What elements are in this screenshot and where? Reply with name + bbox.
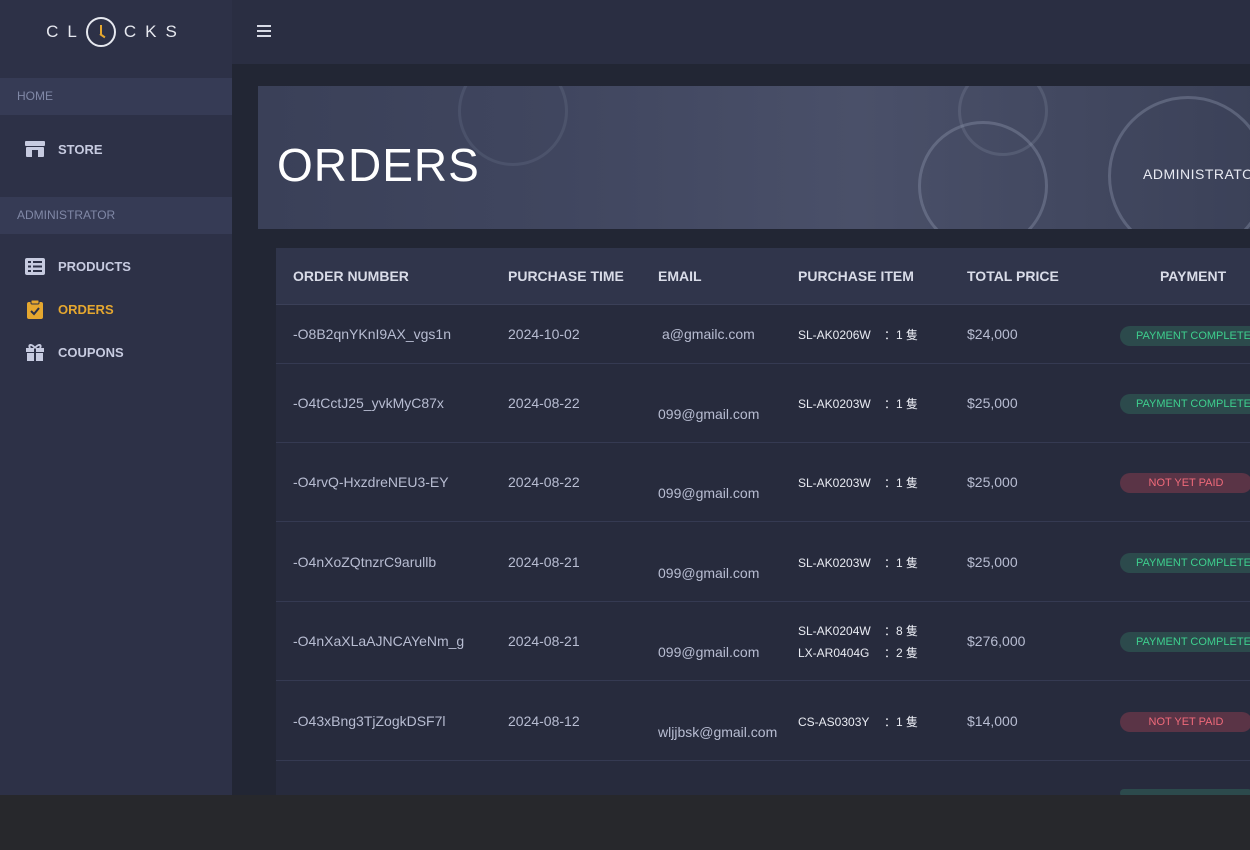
- purchase-item-code: SL-AK0203W: [798, 556, 871, 570]
- purchase-item-qty: ：1 隻: [884, 476, 919, 490]
- logo[interactable]: CL CKS: [0, 0, 232, 64]
- purchase-item-code: SL-AK0206W: [798, 328, 871, 342]
- order-number: -O4rvQ-HxzdreNEU3-EY: [293, 474, 449, 490]
- purchase-time: 2024-08-22: [508, 474, 580, 490]
- total-price: $276,000: [967, 633, 1026, 649]
- column-order-number: ORDER NUMBER: [293, 268, 409, 284]
- section-head-administrator: ADMINISTRATOR: [0, 197, 232, 234]
- logo-text-left: CL: [46, 22, 86, 41]
- table-row[interactable]: -O4tCctJ25_yvkMyC87x 2024-08-22 099@gmai…: [276, 364, 1250, 443]
- purchase-item-code: SL-AK0203W: [798, 397, 871, 411]
- page-banner: ORDERS ADMINISTRATOR: [258, 86, 1250, 229]
- status-badge: NOT YET PAID: [1120, 712, 1250, 732]
- email: 099@gmail.com: [658, 406, 760, 422]
- section-head-home: HOME: [0, 78, 232, 115]
- column-total-price: TOTAL PRICE: [967, 268, 1059, 284]
- sidebar-item-label: PRODUCTS: [58, 258, 131, 274]
- list-icon: [24, 257, 46, 275]
- purchase-time: 2024-08-22: [508, 395, 580, 411]
- total-price: $25,000: [967, 554, 1018, 570]
- table-row[interactable]: -O4rvQ-HxzdreNEU3-EY 2024-08-22 099@gmai…: [276, 443, 1250, 522]
- order-number: -O43xBng3TjZogkDSF7l: [293, 713, 446, 729]
- sidebar-item-label: STORE: [58, 141, 103, 157]
- clock-logo-icon: [85, 17, 116, 47]
- status-badge: PAYMENT COMPLETED: [1120, 394, 1250, 414]
- total-price: $25,000: [967, 474, 1018, 490]
- total-price: $14,000: [967, 713, 1018, 729]
- order-number: -O4nXaXLaAJNCAYeNm_g: [293, 633, 465, 649]
- purchase-time: 2024-08-12: [508, 713, 580, 729]
- status-badge: PAYMENT COMPLETED: [1120, 632, 1250, 652]
- purchase-item-code: SL-AK0204W: [798, 624, 871, 638]
- table-row[interactable]: -O4nXoZQtnzrC9arullb 2024-08-21 099@gmai…: [276, 522, 1250, 602]
- bottom-band: [0, 795, 1250, 850]
- purchase-item-qty: ：1 隻: [884, 328, 919, 342]
- order-number: -O8B2qnYKnI9AX_vgs1n: [293, 326, 451, 342]
- purchase-item-qty: ：2 隻: [884, 646, 919, 660]
- order-number: -O4tCctJ25_yvkMyC87x: [293, 395, 444, 411]
- sidebar-item-products[interactable]: PRODUCTS: [0, 246, 232, 286]
- email: 099@gmail.com: [658, 565, 760, 581]
- sidebar: CL CKS HOME STORE ADMINISTRATOR PRODUCTS…: [0, 0, 232, 795]
- email: wljjbsk@gmail.com: [658, 724, 778, 740]
- email: a@gmailc.com: [662, 326, 755, 342]
- sidebar-item-orders[interactable]: ORDERS: [0, 289, 232, 329]
- column-purchase-time: PURCHASE TIME: [508, 268, 624, 284]
- purchase-time: 2024-08-21: [508, 554, 580, 570]
- email: 099@gmail.com: [658, 485, 760, 501]
- column-payment: PAYMENT: [1160, 268, 1227, 284]
- status-badge: NOT YET PAID: [1120, 473, 1250, 493]
- purchase-item-code: SL-AK0203W: [798, 476, 871, 490]
- logo-text-right: CKS: [123, 22, 186, 41]
- purchase-item-qty: ：1 隻: [884, 556, 919, 570]
- orders-table: ORDER NUMBER PURCHASE TIME EMAIL PURCHAS…: [276, 248, 1250, 795]
- table-header: ORDER NUMBER PURCHASE TIME EMAIL PURCHAS…: [276, 248, 1250, 305]
- table-row[interactable]: -O4nXaXLaAJNCAYeNm_g 2024-08-21 099@gmai…: [276, 602, 1250, 681]
- purchase-item-qty: ：8 隻: [884, 624, 919, 638]
- column-email: EMAIL: [658, 268, 702, 284]
- sidebar-item-label: ORDERS: [58, 301, 114, 317]
- menu-icon[interactable]: [257, 25, 271, 38]
- sidebar-item-store[interactable]: STORE: [0, 129, 232, 169]
- sidebar-item-label: COUPONS: [58, 344, 124, 360]
- table-row[interactable]: -O43xBng3TjZogkDSF7l 2024-08-12 wljjbsk@…: [276, 681, 1250, 761]
- app: CL CKS HOME STORE ADMINISTRATOR PRODUCTS…: [0, 0, 1250, 795]
- purchase-time: 2024-08-21: [508, 633, 580, 649]
- page-title: ORDERS: [277, 139, 480, 191]
- table-row[interactable]: [276, 761, 1250, 795]
- gift-icon: [24, 343, 46, 361]
- purchase-item-code: CS-AS0303Y: [798, 715, 870, 729]
- user-role-label: ADMINISTRATOR: [1143, 166, 1250, 182]
- purchase-time: 2024-10-02: [508, 326, 580, 342]
- total-price: $25,000: [967, 395, 1018, 411]
- sidebar-item-coupons[interactable]: COUPONS: [0, 332, 232, 372]
- total-price: $24,000: [967, 326, 1018, 342]
- email: 099@gmail.com: [658, 644, 760, 660]
- table-row[interactable]: -O8B2qnYKnI9AX_vgs1n 2024-10-02 a@gmailc…: [276, 306, 1250, 364]
- order-number: -O4nXoZQtnzrC9arullb: [293, 554, 437, 570]
- watch-decoration: [1108, 96, 1250, 229]
- purchase-item-qty: ：1 隻: [884, 715, 919, 729]
- purchase-item-qty: ：1 隻: [884, 397, 919, 411]
- status-badge: PAYMENT COMPLETED: [1120, 326, 1250, 346]
- column-purchase-item: PURCHASE ITEM: [798, 268, 914, 284]
- status-badge: PAYMENT COMPLETED: [1120, 553, 1250, 573]
- topbar: [232, 0, 1250, 64]
- clipboard-check-icon: [24, 299, 46, 319]
- purchase-item-code: LX-AR0404G: [798, 646, 870, 660]
- store-icon: [24, 140, 46, 158]
